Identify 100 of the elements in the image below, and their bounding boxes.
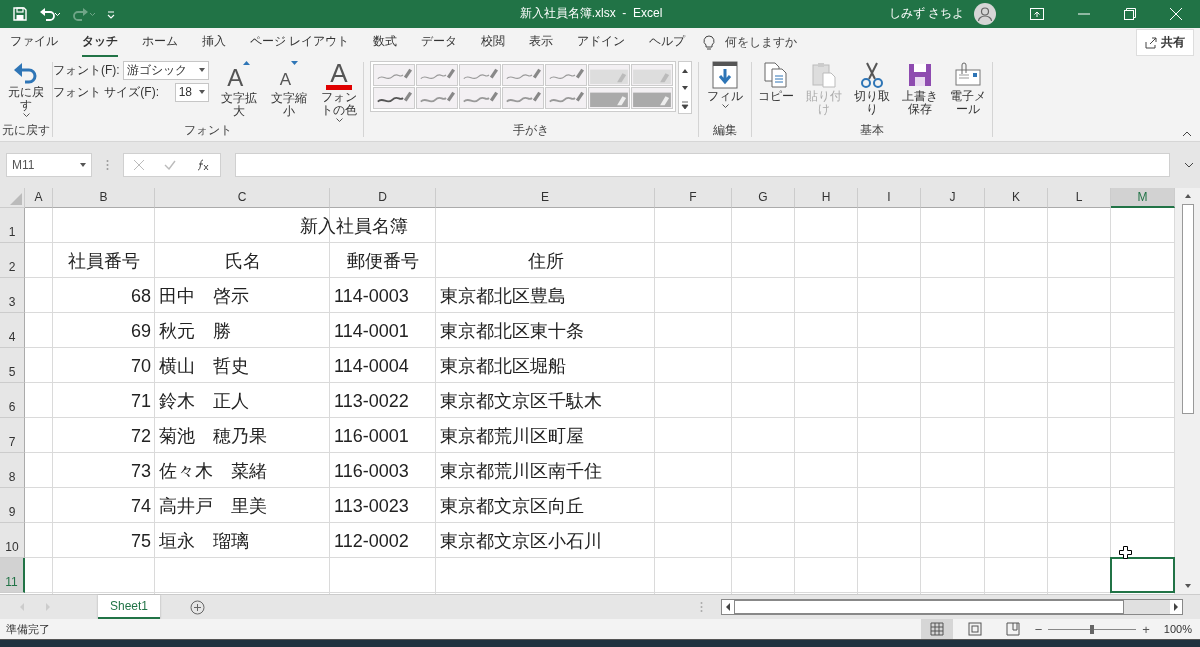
- zoom-level[interactable]: 100%: [1163, 623, 1192, 636]
- font-color-button[interactable]: A フォントの色: [315, 60, 363, 122]
- column-header[interactable]: K: [985, 187, 1048, 208]
- pen-style-button[interactable]: [459, 63, 501, 86]
- add-sheet-icon[interactable]: [190, 599, 206, 615]
- row-header[interactable]: 5: [0, 347, 25, 383]
- ribbon-tab[interactable]: 挿入: [202, 28, 226, 58]
- pen-style-button[interactable]: [373, 63, 415, 86]
- copy-icon: [762, 60, 790, 89]
- column-header[interactable]: L: [1048, 187, 1111, 208]
- table-cell-text: 71: [130, 389, 151, 413]
- zoom-out-button[interactable]: −: [1034, 621, 1043, 637]
- tell-me-field[interactable]: 何をしますか: [725, 34, 798, 52]
- group-label: 基本: [860, 122, 884, 140]
- font-dropdown[interactable]: 游ゴシック: [122, 60, 209, 80]
- pen-style-button[interactable]: [545, 86, 587, 109]
- name-box[interactable]: M11: [6, 152, 92, 177]
- ribbon-tab[interactable]: 表示: [529, 28, 554, 58]
- copy-button[interactable]: コピー: [753, 60, 799, 103]
- ribbon-tab[interactable]: ファイル: [10, 28, 58, 58]
- cursor-icon: [1119, 545, 1132, 559]
- table-cell-text: 113-0022: [334, 389, 409, 413]
- caret-icon: [198, 90, 205, 95]
- ribbon-tab[interactable]: ホーム: [142, 28, 178, 58]
- vertical-scroll-thumb[interactable]: [1181, 203, 1194, 414]
- ribbon-tab[interactable]: 数式: [373, 28, 398, 58]
- column-header[interactable]: F: [655, 187, 732, 208]
- pen-style-button[interactable]: [545, 63, 587, 86]
- expand-icon[interactable]: [1184, 161, 1194, 168]
- mail-button[interactable]: 電子メール: [945, 60, 991, 116]
- check-icon[interactable]: [164, 159, 176, 170]
- table-cell-text: 114-0004: [334, 354, 409, 378]
- column-header[interactable]: D: [330, 187, 436, 208]
- column-header[interactable]: H: [795, 187, 858, 208]
- pen-style-button[interactable]: [416, 86, 458, 109]
- row-header[interactable]: 10: [0, 522, 25, 558]
- column-header[interactable]: J: [921, 187, 985, 208]
- column-header[interactable]: B: [53, 187, 155, 208]
- row-header[interactable]: 2: [0, 242, 25, 278]
- cut-button[interactable]: 切り取り: [849, 60, 895, 116]
- group-label: 元に戻す: [2, 122, 50, 140]
- scissors-icon: [858, 60, 886, 89]
- caret-icon: [80, 162, 86, 167]
- ribbon-tab[interactable]: アドイン: [577, 28, 626, 58]
- save-button[interactable]: 上書き保存: [897, 60, 943, 116]
- column-header[interactable]: I: [858, 187, 921, 208]
- pen-style-button[interactable]: [373, 86, 415, 109]
- ribbon-display-icon[interactable]: [1030, 7, 1044, 20]
- grid-icon: [929, 622, 944, 637]
- pen-style-button[interactable]: [502, 63, 544, 86]
- ribbon-tab[interactable]: データ: [421, 28, 458, 58]
- restore-icon[interactable]: [1124, 7, 1136, 20]
- avatar-icon[interactable]: [974, 2, 996, 25]
- lightbulb-icon[interactable]: [703, 34, 716, 51]
- table-cell-text: 鈴木 正人: [159, 389, 249, 413]
- ribbon-tab[interactable]: ヘルプ: [649, 28, 686, 58]
- row-header[interactable]: 1: [0, 207, 25, 243]
- row-header[interactable]: 4: [0, 312, 25, 348]
- sheet-tab[interactable]: Sheet1: [98, 595, 161, 620]
- ribbon-tab[interactable]: ページ レイアウト: [250, 28, 350, 58]
- table-cell-text: 氏名: [224, 249, 261, 273]
- undo-icon[interactable]: [38, 5, 62, 22]
- shrink-font-button[interactable]: A 文字縮小: [264, 60, 313, 118]
- column-header[interactable]: C: [155, 187, 330, 208]
- font-size-label: フォント サイズ(F):: [53, 83, 159, 101]
- row-header[interactable]: 9: [0, 487, 25, 523]
- row-header[interactable]: 7: [0, 417, 25, 453]
- horizontal-scroll-thumb[interactable]: [734, 600, 1124, 615]
- zoom-in-button[interactable]: +: [1142, 621, 1150, 637]
- column-header[interactable]: A: [25, 187, 53, 208]
- collapse-ribbon-icon[interactable]: [1182, 131, 1192, 138]
- grip-icon: [106, 158, 109, 171]
- pen-style-button[interactable]: [459, 86, 501, 109]
- formula-input[interactable]: [235, 152, 1170, 177]
- save-icon[interactable]: [12, 5, 28, 22]
- table-cell-text: 垣永 瑠璃: [159, 529, 249, 553]
- column-header[interactable]: M: [1111, 187, 1175, 208]
- zoom-slider-thumb[interactable]: [1090, 624, 1095, 634]
- close-icon[interactable]: [1170, 7, 1182, 20]
- grow-font-button[interactable]: A 文字拡大: [214, 60, 263, 118]
- share-icon: [1145, 36, 1157, 49]
- user-name[interactable]: しみず さちよ: [888, 5, 964, 23]
- row-header[interactable]: 11: [0, 557, 25, 593]
- row-header[interactable]: 8: [0, 452, 25, 488]
- row-header[interactable]: 6: [0, 382, 25, 418]
- fill-button[interactable]: フィル: [706, 60, 744, 108]
- ribbon-tab[interactable]: タッチ: [82, 28, 118, 58]
- column-header[interactable]: G: [732, 187, 795, 208]
- undo-button[interactable]: 元に戻す: [5, 60, 47, 117]
- column-header[interactable]: E: [436, 187, 655, 208]
- share-button[interactable]: 共有: [1136, 29, 1194, 57]
- ribbon-tab[interactable]: 校閲: [481, 28, 506, 58]
- pen-style-button[interactable]: [416, 63, 458, 86]
- table-cell-text: 69: [130, 319, 151, 343]
- pen-style-button[interactable]: [502, 86, 544, 109]
- row-header[interactable]: 3: [0, 277, 25, 313]
- font-size-dropdown[interactable]: 18: [174, 82, 209, 102]
- insert-function-icon[interactable]: [196, 158, 210, 171]
- active-cell[interactable]: [1110, 556, 1175, 593]
- normal-view-button[interactable]: [920, 619, 953, 640]
